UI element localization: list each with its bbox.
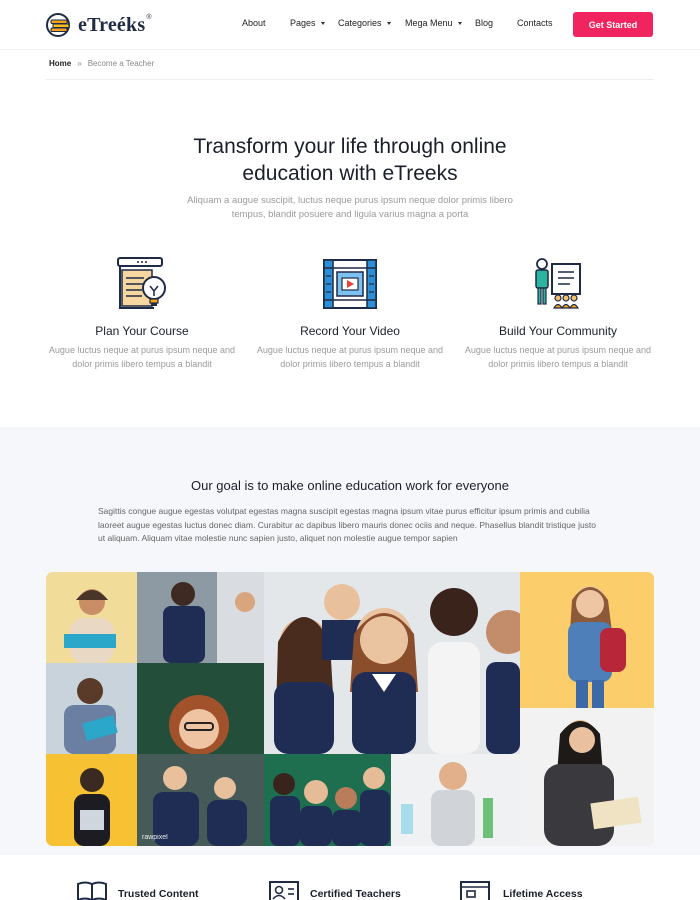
photo-watermark: rawpixel — [142, 834, 168, 841]
section-text: Sagittis congue augue egestas volutpat e… — [98, 506, 597, 543]
nav-item-blog[interactable]: Blog — [475, 18, 493, 28]
nav-item-contacts[interactable]: Contacts — [517, 18, 553, 28]
feature-title: Plan Your Course — [95, 324, 189, 338]
site-header: eTreéks® About Pages Categories Mega Men… — [0, 0, 700, 50]
feature-label: Trusted Content — [118, 887, 199, 900]
photo-tile — [137, 663, 264, 754]
feature-title: Record Your Video — [300, 324, 400, 338]
breadcrumb-separator: » — [77, 59, 82, 68]
chevron-down-icon — [386, 21, 391, 25]
photo-tile — [46, 663, 137, 754]
brand-name: eTreéks® — [78, 13, 152, 36]
photo-tile — [520, 708, 654, 846]
page-title: Transform your life through online educa… — [193, 135, 507, 185]
get-started-button[interactable]: Get Started — [573, 12, 653, 37]
feature-title: Build Your Community — [498, 324, 618, 338]
lifetime-icon — [459, 880, 493, 900]
photo-tile — [137, 572, 264, 663]
chevron-down-icon — [320, 21, 325, 25]
breadcrumb-current: Become a Teacher — [87, 59, 155, 68]
divider — [46, 79, 654, 80]
book-icon — [76, 880, 108, 900]
feature-label: Certified Teachers — [310, 887, 401, 900]
feature-label: Lifetime Access — [503, 887, 583, 900]
breadcrumb-home-link[interactable]: Home — [49, 59, 71, 68]
hero-subtitle: Aliquam a augue suscipit, luctus neque p… — [187, 195, 513, 220]
photo-tile — [391, 754, 520, 846]
feature-description: Augue luctus neque at purus ipsum neque … — [48, 345, 236, 369]
certificate-icon — [268, 880, 300, 900]
feature-description: Augue luctus neque at purus ipsum neque … — [256, 345, 444, 369]
record-video-icon — [255, 256, 445, 312]
photo-tile — [520, 572, 654, 708]
feature-plan-course: Plan Your Course Augue luctus neque at p… — [47, 256, 237, 371]
section-title: Our goal is to make online education wor… — [191, 478, 509, 493]
feature-description: Augue luctus neque at purus ipsum neque … — [464, 345, 652, 369]
feature-build-community: Build Your Community Augue luctus neque … — [463, 256, 653, 371]
chevron-down-icon — [457, 21, 462, 25]
breadcrumb: Home » Become a Teacher — [49, 59, 154, 68]
brand-logo[interactable]: eTreéks® — [46, 12, 152, 38]
feature-lifetime-access: Lifetime Access — [459, 880, 583, 900]
photo-tile — [46, 572, 137, 663]
feature-certified-teachers: Certified Teachers — [268, 880, 401, 900]
nav-item-pages[interactable]: Pages — [290, 18, 325, 28]
feature-trusted-content: Trusted Content — [76, 880, 199, 900]
nav-item-about[interactable]: About — [242, 18, 266, 28]
photo-tile — [137, 754, 264, 846]
students-photo-collage: rawpixel — [46, 572, 654, 846]
photo-tile — [264, 572, 520, 754]
feature-record-video: Record Your Video Augue luctus neque at … — [255, 256, 445, 371]
photo-tile — [46, 754, 137, 846]
build-community-icon — [463, 256, 653, 312]
plan-course-icon — [47, 256, 237, 312]
books-logo-icon — [46, 12, 74, 38]
photo-tile — [264, 754, 391, 846]
nav-item-categories[interactable]: Categories — [338, 18, 391, 28]
nav-item-mega-menu[interactable]: Mega Menu — [405, 18, 462, 28]
